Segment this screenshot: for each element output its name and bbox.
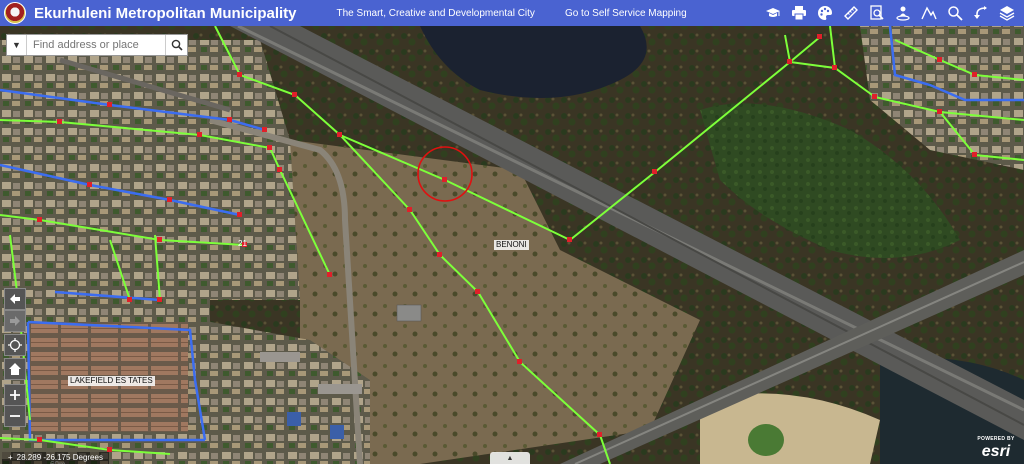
suburb-label: BENONI: [494, 240, 529, 250]
map-view[interactable]: 21 BENONI LAKEFIELD ES TATES 60m: [0, 26, 1024, 464]
locate-button[interactable]: [4, 334, 26, 356]
arrow-right-icon: [10, 316, 20, 326]
home-button[interactable]: [4, 358, 26, 380]
print-icon[interactable]: [786, 0, 812, 26]
self-service-mapping-link[interactable]: Go to Self Service Mapping: [565, 8, 687, 19]
app-tagline: The Smart, Creative and Developmental Ci…: [336, 7, 535, 19]
measure-icon[interactable]: [838, 0, 864, 26]
arrow-left-icon: [10, 294, 20, 304]
esri-wordmark: esri: [981, 443, 1011, 460]
app-title: Ekurhuleni Metropolitan Municipality: [34, 4, 297, 22]
graduation-cap-icon[interactable]: [760, 0, 786, 26]
search-input[interactable]: [27, 39, 165, 51]
search-source-dropdown[interactable]: ▼: [7, 35, 27, 55]
home-icon: [9, 363, 21, 375]
crosshair-icon: [8, 338, 22, 352]
palette-icon[interactable]: [812, 0, 838, 26]
estate-label: LAKEFIELD ES TATES: [68, 376, 155, 386]
search-icon: [171, 39, 183, 51]
search-button[interactable]: [165, 35, 187, 55]
minus-icon: [10, 415, 20, 417]
swap-arrow-icon[interactable]: [968, 0, 994, 26]
next-extent-button[interactable]: [4, 310, 26, 332]
toolbar: [760, 0, 1020, 26]
coordinate-readout: +28.289 -26.175 Degrees: [2, 452, 109, 464]
map-app: Ekurhuleni Metropolitan Municipality The…: [0, 0, 1024, 464]
app-header: Ekurhuleni Metropolitan Municipality The…: [0, 0, 1024, 26]
coordinates-text: 28.289 -26.175 Degrees: [16, 453, 103, 462]
powered-by-text: POWERED BY: [977, 436, 1015, 442]
zoom-in-button[interactable]: [4, 384, 26, 406]
esri-logo[interactable]: POWERED BY esri: [974, 436, 1018, 462]
layers-icon[interactable]: [994, 0, 1020, 26]
address-search: ▼: [6, 34, 188, 56]
zoom-out-button[interactable]: [4, 405, 26, 427]
attribution-toggle[interactable]: ▲: [490, 452, 530, 464]
road-number-label: 21: [238, 239, 247, 248]
plus-icon: [10, 390, 20, 400]
plus-icon[interactable]: +: [8, 453, 13, 462]
previous-extent-button[interactable]: [4, 288, 26, 310]
municipality-logo: [4, 2, 26, 24]
location-person-icon[interactable]: [890, 0, 916, 26]
chevron-down-icon: ▼: [12, 40, 21, 50]
search-zoom-icon[interactable]: [942, 0, 968, 26]
elevation-profile-icon[interactable]: [916, 0, 942, 26]
zoom-document-icon[interactable]: [864, 0, 890, 26]
